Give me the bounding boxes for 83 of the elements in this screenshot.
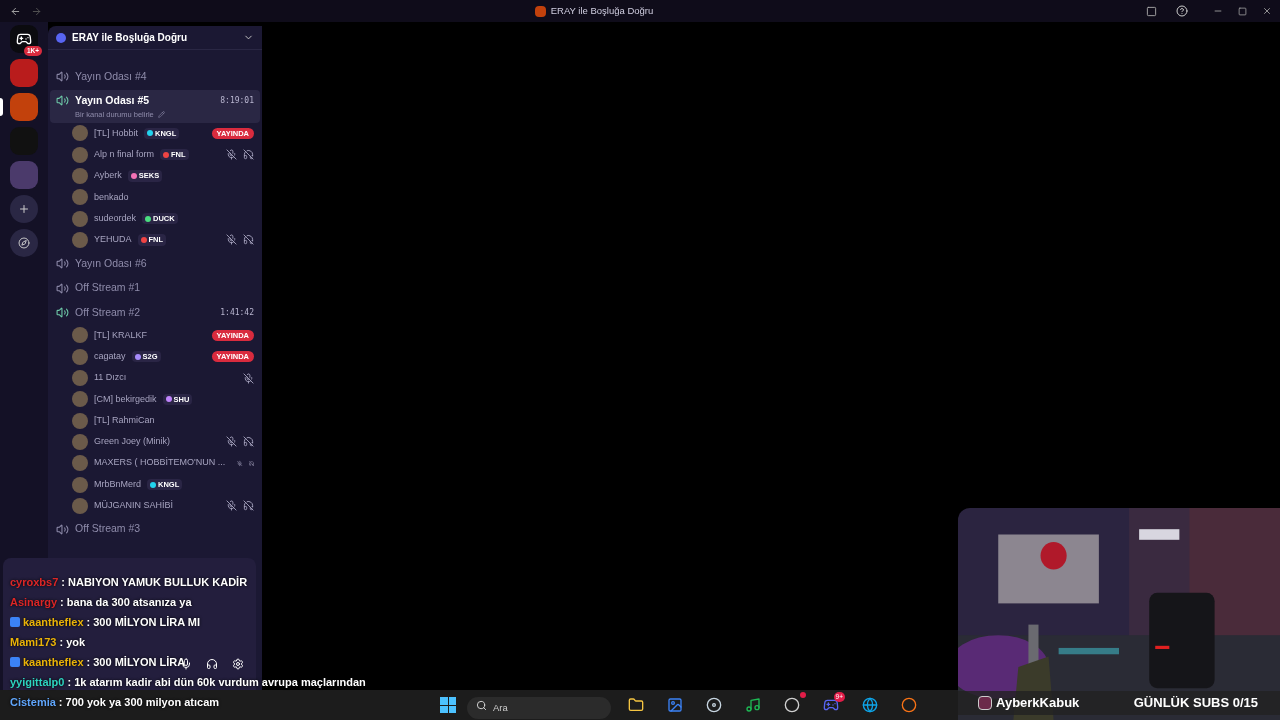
- speaker-icon: [56, 256, 69, 270]
- search-icon: [476, 699, 487, 711]
- speaker-icon: [56, 522, 69, 536]
- avatar: [72, 210, 88, 227]
- streamer-name: AyberkKabuk: [996, 694, 1080, 713]
- inbox-icon[interactable]: [1146, 5, 1157, 17]
- server-icon: [534, 5, 546, 17]
- close-icon[interactable]: [1262, 6, 1272, 16]
- channel-name: Yayın Odası #6: [75, 255, 147, 271]
- browser-icon: [862, 697, 878, 713]
- speaker-icon: [56, 94, 69, 108]
- speaker-icon: [56, 281, 69, 295]
- avatar: [72, 189, 88, 206]
- voice-channel[interactable]: Yayın Odası #6: [50, 251, 260, 276]
- avatar: [72, 370, 88, 386]
- music-icon: [745, 697, 761, 713]
- avatar: [72, 168, 88, 184]
- folder-icon: [628, 697, 644, 713]
- member-name[interactable]: MÜJGANIN SAHİBİ: [94, 499, 173, 513]
- channel-timer: 1:41:42: [220, 306, 254, 319]
- speaker-icon: [56, 70, 69, 84]
- kick-icon: [978, 696, 992, 710]
- avatar: [72, 146, 88, 163]
- avatar: [72, 455, 88, 472]
- member-name[interactable]: Alp n final form: [94, 147, 155, 162]
- chat-message: cyroxbs7 : NABIYON YAMUK BULLUK KADİR: [10, 574, 248, 590]
- avatar: [72, 497, 88, 514]
- pencil-icon: [157, 110, 165, 118]
- member-name[interactable]: [TL] RahmiCan: [94, 413, 155, 428]
- sub-goal: GÜNLÜK SUBS 0/15: [1133, 694, 1258, 713]
- server-icon[interactable]: [10, 93, 38, 121]
- chat-message: yyigittalp0 : 1k atarım kadir abi dün 60k vurdum avrupa maçlarından: [10, 674, 366, 690]
- member-name[interactable]: cagatay: [94, 349, 126, 364]
- member-name[interactable]: [CM] bekirgedik: [94, 392, 157, 407]
- avatar: [72, 412, 88, 429]
- help-icon[interactable]: [1176, 5, 1188, 17]
- channel-name: Off Stream #1: [75, 280, 141, 296]
- member-name[interactable]: 11 Dızcı: [94, 371, 127, 385]
- windows-icon[interactable]: [440, 697, 456, 713]
- chat-message: Mami173 : yok: [10, 634, 86, 650]
- member-name[interactable]: [TL] Hobbit: [94, 126, 139, 141]
- avatar: [72, 476, 88, 493]
- chat-message: kaantheflex : 300 MİLYON LİRA: [10, 652, 186, 672]
- explore-icon[interactable]: [10, 229, 38, 257]
- avatar: [72, 348, 88, 365]
- channel-name: Yayın Odası #4: [75, 69, 147, 84]
- window-title: ERAY ile Boşluğa Doğru: [550, 3, 654, 18]
- member-name[interactable]: MrbBnMerd: [94, 477, 141, 492]
- member-name[interactable]: YEHUDA: [94, 233, 132, 247]
- channel-name: Off Stream #3: [75, 521, 141, 537]
- member-name[interactable]: Ayberk: [94, 169, 122, 183]
- member-name[interactable]: MAXERS ( HOBBİTEMO'NUN ...: [94, 456, 226, 470]
- avatar: [72, 125, 88, 142]
- voice-channel[interactable]: Off Stream #3: [50, 517, 260, 542]
- chat-message: kaantheflex : 300 MİLYON LİRA MI: [10, 612, 200, 632]
- settings-icon[interactable]: [232, 658, 244, 670]
- server-name: ERAY ile Boşluğa Doğru: [72, 31, 188, 45]
- channel-name: Yayın Odası #5: [75, 92, 150, 108]
- add-server-icon[interactable]: [10, 195, 38, 223]
- chat-message: Cistemia : 700 yok ya 300 milyon atıcam: [10, 694, 220, 710]
- server-icon[interactable]: [10, 59, 38, 87]
- avatar: [72, 327, 88, 344]
- member-name[interactable]: [TL] KRALKF: [94, 328, 147, 343]
- avatar: [72, 231, 88, 248]
- maximize-icon[interactable]: [1238, 6, 1247, 16]
- channel-timer: 8:19:01: [220, 94, 254, 107]
- avatar: [72, 391, 88, 408]
- back-icon[interactable]: [10, 5, 21, 17]
- headphones-icon[interactable]: [206, 658, 218, 670]
- speaker-icon: [56, 306, 69, 320]
- chat-message: Asinargy : bana da 300 atsanıza ya: [10, 594, 192, 610]
- voice-channel[interactable]: Yayın Odası #4: [50, 65, 260, 89]
- member-name[interactable]: benkado: [94, 190, 129, 205]
- avatar: [72, 433, 88, 450]
- voice-channel[interactable]: Off Stream #1: [50, 276, 260, 301]
- search-field[interactable]: Ara: [467, 696, 611, 719]
- channel-name: Off Stream #2: [75, 305, 141, 321]
- member-name[interactable]: Green Joey (Minik): [94, 435, 171, 449]
- server-badge-icon: [56, 32, 66, 43]
- voice-channel[interactable]: Off Stream #2 1:41:42: [50, 301, 260, 325]
- photos-icon: [667, 697, 683, 713]
- member-name[interactable]: sudeordek: [94, 211, 137, 226]
- server-header[interactable]: ERAY ile Boşluğa Doğru: [48, 26, 262, 50]
